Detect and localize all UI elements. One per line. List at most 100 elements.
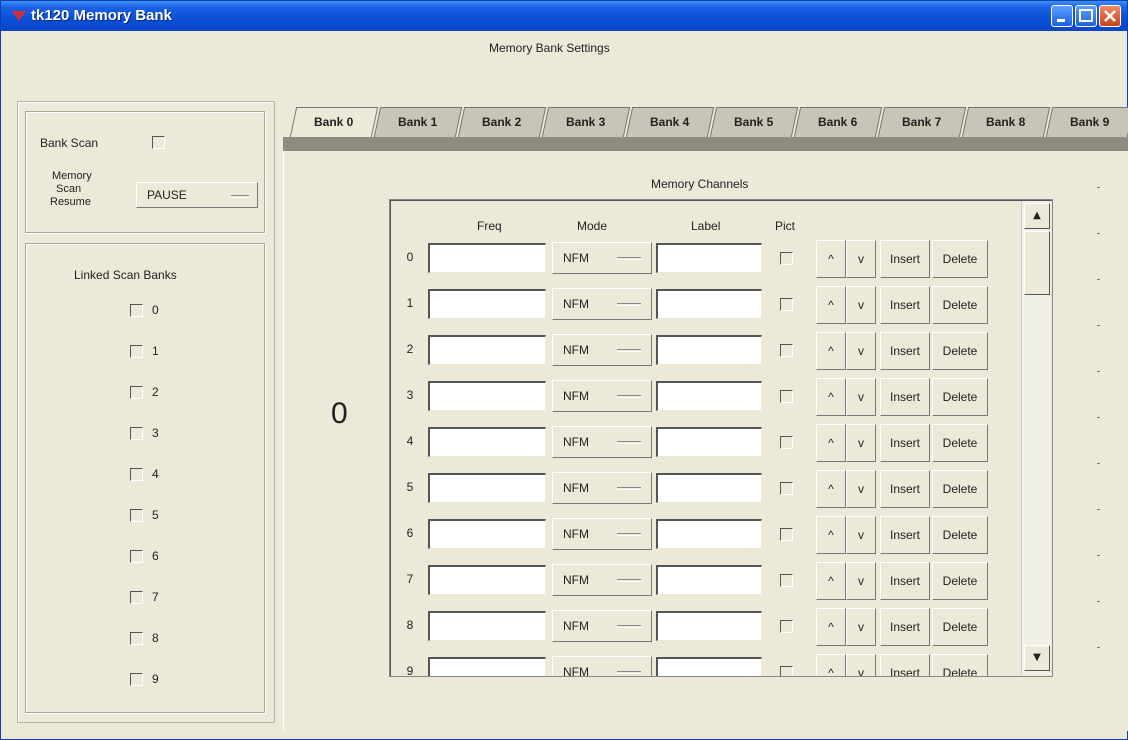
delete-button[interactable]: Delete <box>932 470 988 508</box>
move-down-button[interactable]: v <box>846 332 876 370</box>
move-down-button[interactable]: v <box>846 286 876 324</box>
move-down-button[interactable]: v <box>846 562 876 600</box>
delete-button[interactable]: Delete <box>932 516 988 554</box>
label-input[interactable] <box>656 565 762 595</box>
pict-checkbox[interactable] <box>780 482 793 495</box>
pict-checkbox[interactable] <box>780 252 793 265</box>
mode-select[interactable]: NFM <box>552 518 652 550</box>
scroll-up-icon[interactable]: ▲ <box>1024 203 1050 229</box>
move-up-button[interactable]: ^ <box>816 516 846 554</box>
move-up-button[interactable]: ^ <box>816 470 846 508</box>
linked-bank-checkbox[interactable] <box>130 386 143 399</box>
freq-input[interactable] <box>428 611 546 641</box>
tab-bank-3[interactable]: Bank 3 <box>541 107 631 137</box>
mode-select[interactable]: NFM <box>552 288 652 320</box>
label-input[interactable] <box>656 243 762 273</box>
move-down-button[interactable]: v <box>846 424 876 462</box>
freq-input[interactable] <box>428 289 546 319</box>
delete-button[interactable]: Delete <box>932 562 988 600</box>
move-down-button[interactable]: v <box>846 654 876 676</box>
move-up-button[interactable]: ^ <box>816 562 846 600</box>
move-down-button[interactable]: v <box>846 470 876 508</box>
pict-checkbox[interactable] <box>780 666 793 676</box>
freq-input[interactable] <box>428 473 546 503</box>
mode-select[interactable]: NFM <box>552 426 652 458</box>
linked-bank-checkbox[interactable] <box>130 509 143 522</box>
pict-checkbox[interactable] <box>780 528 793 541</box>
tab-bank-0[interactable]: Bank 0 <box>289 107 379 137</box>
label-input[interactable] <box>656 473 762 503</box>
mode-select[interactable]: NFM <box>552 472 652 504</box>
vertical-scrollbar[interactable]: ▲ ▼ <box>1021 201 1051 675</box>
mode-select[interactable]: NFM <box>552 242 652 274</box>
scroll-thumb[interactable] <box>1024 231 1050 295</box>
freq-input[interactable] <box>428 519 546 549</box>
delete-button[interactable]: Delete <box>932 378 988 416</box>
move-down-button[interactable]: v <box>846 516 876 554</box>
label-input[interactable] <box>656 427 762 457</box>
insert-button[interactable]: Insert <box>880 378 930 416</box>
insert-button[interactable]: Insert <box>880 286 930 324</box>
freq-input[interactable] <box>428 381 546 411</box>
insert-button[interactable]: Insert <box>880 562 930 600</box>
tab-bank-5[interactable]: Bank 5 <box>709 107 799 137</box>
title-bar[interactable]: tk120 Memory Bank <box>1 1 1127 31</box>
maximize-button[interactable] <box>1075 5 1097 27</box>
freq-input[interactable] <box>428 335 546 365</box>
mode-select[interactable]: NFM <box>552 334 652 366</box>
pict-checkbox[interactable] <box>780 620 793 633</box>
tab-bank-2[interactable]: Bank 2 <box>457 107 547 137</box>
move-up-button[interactable]: ^ <box>816 608 846 646</box>
linked-bank-checkbox[interactable] <box>130 427 143 440</box>
delete-button[interactable]: Delete <box>932 286 988 324</box>
linked-bank-checkbox[interactable] <box>130 673 143 686</box>
label-input[interactable] <box>656 335 762 365</box>
freq-input[interactable] <box>428 243 546 273</box>
linked-bank-checkbox[interactable] <box>130 632 143 645</box>
linked-bank-checkbox[interactable] <box>130 345 143 358</box>
delete-button[interactable]: Delete <box>932 608 988 646</box>
tab-bank-9[interactable]: Bank 9 <box>1045 107 1128 137</box>
move-up-button[interactable]: ^ <box>816 654 846 676</box>
pict-checkbox[interactable] <box>780 574 793 587</box>
insert-button[interactable]: Insert <box>880 516 930 554</box>
insert-button[interactable]: Insert <box>880 608 930 646</box>
label-input[interactable] <box>656 289 762 319</box>
bank-scan-checkbox[interactable] <box>152 136 165 149</box>
tab-bank-8[interactable]: Bank 8 <box>961 107 1051 137</box>
mode-select[interactable]: NFM <box>552 564 652 596</box>
move-up-button[interactable]: ^ <box>816 332 846 370</box>
delete-button[interactable]: Delete <box>932 332 988 370</box>
scroll-down-icon[interactable]: ▼ <box>1024 645 1050 671</box>
mode-select[interactable]: NFM <box>552 656 652 676</box>
move-down-button[interactable]: v <box>846 608 876 646</box>
move-down-button[interactable]: v <box>846 378 876 416</box>
insert-button[interactable]: Insert <box>880 470 930 508</box>
pict-checkbox[interactable] <box>780 390 793 403</box>
insert-button[interactable]: Insert <box>880 240 930 278</box>
pict-checkbox[interactable] <box>780 436 793 449</box>
mode-select[interactable]: NFM <box>552 380 652 412</box>
delete-button[interactable]: Delete <box>932 424 988 462</box>
move-up-button[interactable]: ^ <box>816 286 846 324</box>
move-up-button[interactable]: ^ <box>816 240 846 278</box>
linked-bank-checkbox[interactable] <box>130 550 143 563</box>
mode-select[interactable]: NFM <box>552 610 652 642</box>
linked-bank-checkbox[interactable] <box>130 591 143 604</box>
scan-resume-select[interactable]: PAUSE <box>136 182 258 208</box>
move-up-button[interactable]: ^ <box>816 424 846 462</box>
pict-checkbox[interactable] <box>780 344 793 357</box>
move-down-button[interactable]: v <box>846 240 876 278</box>
linked-bank-checkbox[interactable] <box>130 304 143 317</box>
tab-bank-1[interactable]: Bank 1 <box>373 107 463 137</box>
delete-button[interactable]: Delete <box>932 654 988 676</box>
move-up-button[interactable]: ^ <box>816 378 846 416</box>
linked-bank-checkbox[interactable] <box>130 468 143 481</box>
minimize-button[interactable] <box>1051 5 1073 27</box>
insert-button[interactable]: Insert <box>880 332 930 370</box>
label-input[interactable] <box>656 611 762 641</box>
insert-button[interactable]: Insert <box>880 424 930 462</box>
freq-input[interactable] <box>428 565 546 595</box>
close-button[interactable] <box>1099 5 1121 27</box>
label-input[interactable] <box>656 657 762 676</box>
